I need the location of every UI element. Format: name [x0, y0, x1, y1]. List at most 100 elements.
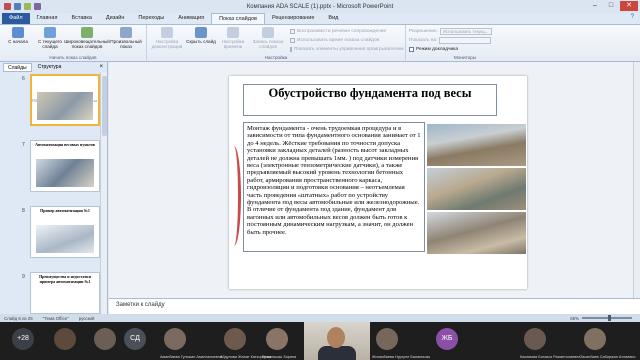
foundation-photo[interactable]: [427, 168, 526, 210]
slide-thumbnail[interactable]: Автоматизация весовых пунктов: [30, 140, 100, 192]
show-media-controls-checkbox[interactable]: Показать элементы управления проигрывате…: [290, 45, 404, 53]
tab-outline-pane[interactable]: Структура: [34, 63, 66, 72]
participant-name: Касимова Ботакоз Рахметолаевна: [520, 355, 581, 359]
maximize-button[interactable]: □: [604, 1, 618, 11]
participant-tile[interactable]: ЖБ: [428, 322, 498, 360]
group-caption: Настройка: [264, 55, 288, 60]
group-setup: Настройка демонстрации Скрыть слайд Наст…: [147, 25, 406, 61]
thumb-title: Преимущества и недостатки примера автома…: [39, 274, 91, 284]
setup-show-label: Настройка демонстрации: [151, 39, 183, 49]
zoom-slider[interactable]: [582, 315, 632, 321]
slide-photos[interactable]: [427, 124, 526, 254]
setup-options: Воспроизвести речевое сопровождение Испо…: [290, 27, 404, 53]
avatar: [584, 328, 606, 350]
play-narrations-label: Воспроизвести речевое сопровождение: [297, 28, 387, 34]
presenter-view-checkbox[interactable]: Режим докладчика: [409, 45, 492, 53]
thumb-image: [36, 225, 94, 253]
tab-slide-show[interactable]: Показ слайдов: [211, 13, 265, 24]
slideshow-current-icon: [44, 27, 56, 38]
checkbox-icon: [290, 37, 295, 43]
checkbox-icon: [290, 28, 295, 34]
use-timings-checkbox[interactable]: Использовать время показа слайдов: [290, 36, 402, 44]
foundation-photo[interactable]: [427, 124, 526, 166]
minimize-button[interactable]: –: [588, 1, 602, 11]
tab-slides-pane[interactable]: Слайды: [3, 62, 32, 72]
workspace: Слайды Структура × 6 Обустройство фундам…: [0, 62, 640, 314]
hide-slide-label: Скрыть слайд: [186, 39, 216, 44]
custom-show-label: Произвольный показ: [110, 39, 142, 49]
slide-editor: Обустройство фундамента под весы Монтаж …: [109, 62, 640, 298]
from-current-button[interactable]: С текущего слайда: [35, 27, 65, 53]
zoom-level[interactable]: 65%: [570, 316, 579, 321]
tab-animation[interactable]: Анимация: [171, 13, 211, 24]
monitor-options: Разрешение: Использовать текущ... Показат…: [409, 27, 493, 53]
theme-name: "Тема Office": [42, 315, 69, 321]
avatar: [94, 328, 116, 350]
slideshow-icon: [12, 27, 24, 38]
record-icon: [262, 27, 274, 38]
slide-thumbnail[interactable]: Пример автоматизации №1: [30, 206, 100, 258]
group-monitors: Разрешение: Использовать текущ... Показат…: [406, 25, 524, 61]
from-beginning-label: С начала: [8, 39, 28, 44]
speaker-body: [318, 346, 356, 360]
slide-title[interactable]: Обустройство фундамента под весы: [243, 84, 497, 116]
participant-name: Аманбаева Гульжан Амангалиевна: [160, 355, 222, 359]
scroll-thumb[interactable]: [102, 76, 107, 136]
resolution-select[interactable]: Разрешение: Использовать текущ...: [409, 27, 493, 35]
pane-scrollbar[interactable]: [100, 72, 107, 314]
avatar: ЖБ: [436, 328, 458, 350]
participant-name: Жилкибаева Нургуле Баланкызы: [372, 355, 431, 359]
avatar: СД: [124, 328, 146, 350]
broadcast-label: Широковещательный показ слайдов: [64, 39, 110, 49]
status-bar: Слайд 6 из 25 "Тема Office" русский 65%: [0, 314, 640, 322]
show-on-dropdown[interactable]: [439, 36, 492, 44]
resolution-dropdown[interactable]: Использовать текущ...: [440, 27, 493, 35]
tab-design[interactable]: Дизайн: [99, 13, 132, 24]
thumb-image: [36, 159, 94, 187]
setup-show-button[interactable]: Настройка демонстрации: [150, 27, 184, 53]
help-icon[interactable]: ?: [631, 14, 634, 20]
foundation-photo[interactable]: [427, 212, 526, 254]
current-slide[interactable]: Обустройство фундамента под весы Монтаж …: [229, 76, 527, 289]
participant-tile[interactable]: Тасанбаев Сабиржан Атлаевич: [576, 322, 640, 360]
close-pane-icon[interactable]: ×: [99, 64, 103, 70]
tab-insert[interactable]: Вставка: [64, 13, 98, 24]
window-title: Компания ADA SCALE (1).pptx - Microsoft …: [246, 3, 394, 10]
language[interactable]: русский: [79, 316, 95, 321]
custom-show-icon: [120, 27, 132, 38]
editor-scrollbar[interactable]: [633, 62, 640, 298]
record-show-label: Запись показа слайдов: [252, 39, 284, 49]
slide-decoration: [227, 146, 241, 246]
close-button[interactable]: ✕: [620, 1, 638, 11]
broadcast-button[interactable]: Широковещательный показ слайдов: [64, 27, 110, 53]
clock-icon: [227, 27, 239, 38]
tab-view[interactable]: Вид: [321, 13, 345, 24]
thumb-number: 6: [22, 76, 25, 82]
tab-file[interactable]: Файл: [2, 13, 30, 24]
slide-thumbnail[interactable]: Обустройство фундамента под весы: [30, 74, 100, 126]
custom-show-button[interactable]: Произвольный показ: [109, 27, 143, 53]
hide-slide-icon: [195, 27, 207, 38]
setup-icon: [161, 27, 173, 38]
show-on-select[interactable]: Показать на:: [409, 36, 492, 44]
from-beginning-button[interactable]: С начала: [3, 27, 33, 53]
active-speaker-video[interactable]: [304, 322, 370, 360]
hide-slide-button[interactable]: Скрыть слайд: [186, 27, 216, 53]
checkbox-icon: [409, 46, 414, 52]
slide-body-text[interactable]: Монтаж фундамента - очень трудоемкая про…: [243, 122, 425, 252]
notes-pane[interactable]: Заметки к слайду: [109, 298, 640, 314]
zoom-thumb[interactable]: [608, 315, 611, 321]
broadcast-icon: [81, 27, 93, 38]
thumb-image: [37, 92, 93, 120]
tab-home[interactable]: Главная: [30, 13, 65, 24]
avatar: [54, 328, 76, 350]
rehearse-timings-button[interactable]: Настройка времени: [218, 27, 248, 53]
slide-thumbnail[interactable]: Преимущества и недостатки примера автома…: [30, 272, 100, 314]
group-caption: Начать показ слайдов: [49, 55, 97, 60]
zoom-control: 65%: [570, 315, 632, 321]
presenter-view-label: Режим докладчика: [416, 46, 459, 52]
record-show-button[interactable]: Запись показа слайдов: [250, 27, 286, 53]
play-narrations-checkbox[interactable]: Воспроизвести речевое сопровождение: [290, 27, 402, 35]
tab-review[interactable]: Рецензирование: [265, 13, 321, 24]
tab-transitions[interactable]: Переходы: [131, 13, 171, 24]
